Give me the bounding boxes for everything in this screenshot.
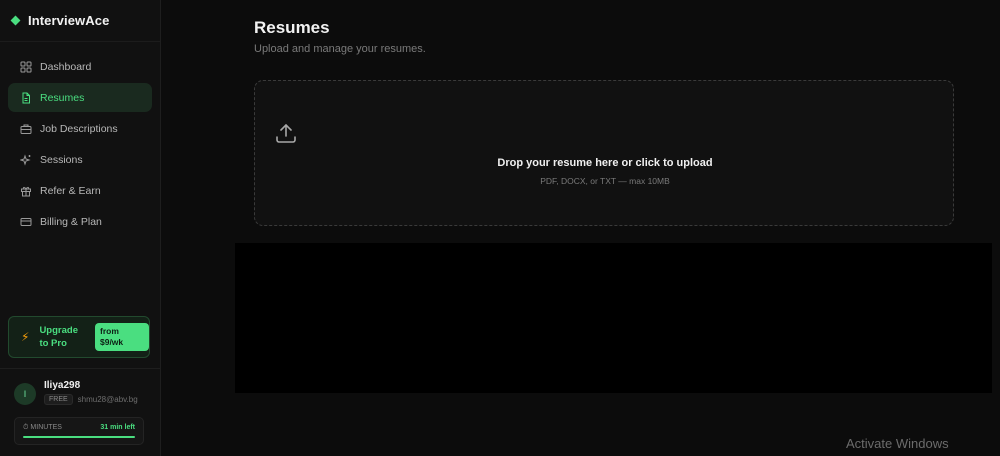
user-meta: FREE shmu28@abv.bg <box>44 394 138 405</box>
plan-badge: FREE <box>44 394 73 405</box>
upgrade-to-pro-button[interactable]: ⚡ Upgrade to Pro from $9/wk <box>8 316 150 358</box>
minutes-usage: ⏱ MINUTES 31 min left <box>14 417 144 445</box>
page-title: Resumes <box>254 18 330 37</box>
page-subtitle: Upload and manage your resumes. <box>254 43 426 55</box>
sidebar-nav: Dashboard Resumes Job Descriptions Sessi… <box>0 52 160 236</box>
sidebar-item-label: Sessions <box>40 153 83 166</box>
dropzone-title: Drop your resume here or click to upload <box>497 157 713 169</box>
sidebar-item-label: Refer & Earn <box>40 184 101 197</box>
sidebar-item-dashboard[interactable]: Dashboard <box>8 52 152 81</box>
sidebar-item-label: Job Descriptions <box>40 122 118 135</box>
briefcase-icon <box>20 123 32 135</box>
brand[interactable]: InterviewAce <box>0 0 160 42</box>
sidebar-item-sessions[interactable]: Sessions <box>8 145 152 174</box>
sidebar-item-refer-earn[interactable]: Refer & Earn <box>8 176 152 205</box>
sparkles-icon <box>20 153 32 166</box>
gift-icon <box>20 185 32 197</box>
user-email: shmu28@abv.bg <box>77 395 138 404</box>
sidebar-item-resumes[interactable]: Resumes <box>8 83 152 112</box>
grid-icon <box>20 61 32 73</box>
sidebar-item-label: Dashboard <box>40 60 92 73</box>
brand-name: InterviewAce <box>28 13 110 28</box>
minutes-row: ⏱ MINUTES 31 min left <box>23 424 135 432</box>
redacted-area <box>235 243 992 393</box>
sidebar-item-job-descriptions[interactable]: Job Descriptions <box>8 114 152 143</box>
user-info: Iliya298 FREE shmu28@abv.bg <box>44 380 138 405</box>
file-icon <box>20 92 32 104</box>
user-profile[interactable]: I Iliya298 FREE shmu28@abv.bg <box>14 380 138 405</box>
windows-activation-watermark: Activate Windows <box>846 436 949 451</box>
sidebar-item-label: Billing & Plan <box>40 215 102 228</box>
minutes-progress-fill <box>23 436 135 438</box>
upload-icon <box>276 124 296 143</box>
sidebar: InterviewAce Dashboard Resumes Job Descr… <box>0 0 161 456</box>
upgrade-label: Upgrade to Pro <box>39 325 78 349</box>
main-content: Resumes Upload and manage your resumes. … <box>161 0 1000 456</box>
diamond-logo-icon <box>10 15 21 26</box>
avatar: I <box>14 383 36 405</box>
upgrade-price-badge: from $9/wk <box>94 323 149 351</box>
minutes-left: 31 min left <box>100 424 135 431</box>
resume-dropzone[interactable]: Drop your resume here or click to upload… <box>254 80 954 226</box>
minutes-label-text: MINUTES <box>30 424 62 431</box>
clock-icon: ⏱ <box>23 424 29 431</box>
sidebar-item-label: Resumes <box>40 91 85 104</box>
user-name: Iliya298 <box>44 380 81 391</box>
sidebar-divider <box>0 368 161 369</box>
sidebar-item-billing-plan[interactable]: Billing & Plan <box>8 207 152 236</box>
minutes-progress-bar <box>23 436 135 438</box>
minutes-label: ⏱ MINUTES <box>23 424 62 432</box>
credit-card-icon <box>20 216 32 228</box>
lightning-bolt-icon: ⚡ <box>21 330 30 344</box>
dropzone-subtitle: PDF, DOCX, or TXT — max 10MB <box>540 176 670 186</box>
